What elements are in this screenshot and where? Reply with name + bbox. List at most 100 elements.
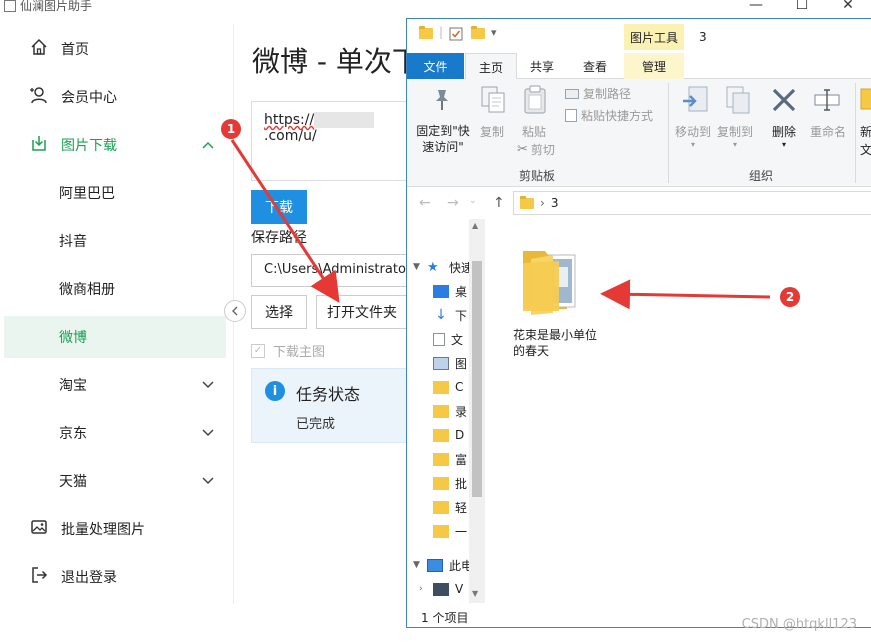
tab-manage[interactable]: 管理 xyxy=(624,53,684,79)
tree-item-quick-access[interactable]: ▼ ★ 快速 xyxy=(413,255,473,279)
tree-item-downloads[interactable]: ↓ 下 xyxy=(433,303,467,327)
pin-to-quick-access-button[interactable]: 固定到"快 速访问" xyxy=(413,123,473,155)
sidebar-item-label: 批量处理图片 xyxy=(61,522,145,538)
ribbon: 固定到"快 速访问" 复制 粘贴 复制路径 粘贴快捷方式 ✂ 剪切 剪贴板 移动… xyxy=(407,79,871,187)
new-folder-icon[interactable] xyxy=(471,26,485,42)
tab-file[interactable]: 文件 xyxy=(407,53,464,79)
tree-item-folder[interactable]: 轻 xyxy=(433,495,467,519)
tree-item-folder[interactable]: 一 xyxy=(433,519,467,543)
sidebar-item-label: 微博 xyxy=(59,330,87,346)
folder-icon xyxy=(433,500,449,514)
move-to-button[interactable]: 移动到 ▾ xyxy=(673,123,713,149)
sidebar-item-weishang-album[interactable]: 微商相册 xyxy=(4,268,226,310)
choose-button[interactable]: 选择 xyxy=(251,295,307,329)
sidebar-item-logout[interactable]: 退出登录 xyxy=(4,556,226,598)
scrollbar-thumb[interactable] xyxy=(472,261,482,497)
customize-dropdown-icon[interactable]: ▾ xyxy=(491,26,497,39)
sidebar-item-tmall[interactable]: 天猫 xyxy=(4,460,226,502)
sidebar-item-alibaba[interactable]: 阿里巴巴 xyxy=(4,172,226,214)
delete-button[interactable]: 删除 ▾ xyxy=(767,123,801,149)
sidebar-item-membership[interactable]: 会员中心 xyxy=(4,76,226,118)
sidebar-item-weibo[interactable]: 微博 xyxy=(4,316,226,358)
navigation-pane-scrollbar[interactable]: ▲ ▼ xyxy=(469,219,485,603)
back-arrow-icon[interactable]: ← xyxy=(419,195,431,211)
folder-icon xyxy=(433,428,449,442)
folder-item[interactable] xyxy=(509,239,609,323)
collapse-chevron-icon[interactable]: › xyxy=(419,584,433,594)
checkbox[interactable]: ✓ xyxy=(251,343,265,358)
forward-arrow-icon[interactable]: → xyxy=(447,195,459,211)
new-group-button-cut[interactable]: 新 文 xyxy=(859,123,871,159)
cut-button[interactable]: ✂ 剪切 xyxy=(517,141,555,158)
tab-home[interactable]: 主页 xyxy=(465,53,517,80)
new-item-icon xyxy=(859,87,871,117)
tree-item-desktop[interactable]: 桌 xyxy=(433,279,467,303)
tree-item-folder[interactable]: D xyxy=(433,423,464,447)
image-icon xyxy=(28,518,50,541)
tree-item-videos[interactable]: › V xyxy=(419,577,463,601)
paste-shortcut-button[interactable]: 粘贴快捷方式 xyxy=(565,107,653,124)
expand-chevron-icon[interactable]: ▼ xyxy=(413,560,427,570)
annotation-badge-1: 1 xyxy=(221,119,241,139)
paste-shortcut-label: 粘贴快捷方式 xyxy=(581,109,654,123)
tree-item-label: D xyxy=(455,428,465,442)
maximize-button[interactable]: ☐ xyxy=(779,0,825,14)
download-main-image-option[interactable]: ✓ 下载主图 xyxy=(251,341,325,360)
tree-item-pictures[interactable]: 图 xyxy=(433,351,467,375)
copy-to-button[interactable]: 复制到 ▾ xyxy=(715,123,755,149)
save-path-input[interactable]: C:\Users\Administrato xyxy=(251,254,421,287)
sidebar-item-douyin[interactable]: 抖音 xyxy=(4,220,226,262)
sidebar-collapse-button[interactable] xyxy=(224,300,246,322)
tree-item-this-pc[interactable]: ▼ 此电 xyxy=(413,553,473,577)
tree-item-folder[interactable]: 批 xyxy=(433,471,467,495)
folder-icon xyxy=(433,380,449,394)
pin-icon xyxy=(429,87,455,117)
scroll-down-icon[interactable]: ▼ xyxy=(472,589,478,598)
expand-chevron-icon[interactable]: ▼ xyxy=(413,262,427,272)
address-bar[interactable]: › 3 xyxy=(513,191,871,215)
sidebar-item-jd[interactable]: 京东 xyxy=(4,412,226,454)
copy-button[interactable]: 复制 xyxy=(475,123,509,140)
picture-icon xyxy=(433,356,449,370)
folder-with-images-icon xyxy=(523,251,576,315)
tree-item-label: 批 xyxy=(455,476,468,491)
properties-icon[interactable] xyxy=(449,27,463,44)
sidebar-item-home[interactable]: 首页 xyxy=(4,28,226,70)
logout-icon xyxy=(28,566,50,589)
pin-label-line2: 速访问" xyxy=(422,140,464,154)
file-explorer-window: | ▾ 图片工具 3 文件 主页 共享 查看 管理 固定到"快 速访问" 复制 … xyxy=(406,18,871,628)
tree-item-folder[interactable]: 录 xyxy=(433,399,467,423)
paste-button[interactable]: 粘贴 xyxy=(517,123,551,140)
open-folder-button[interactable]: 打开文件夹 xyxy=(316,295,408,329)
tree-item-label: 录 xyxy=(455,404,468,419)
download-button[interactable]: 下载 xyxy=(251,190,307,224)
folder-icon xyxy=(433,452,449,466)
tree-item-folder[interactable]: C xyxy=(433,375,463,399)
move-to-icon xyxy=(681,85,711,121)
app-titlebar: 仙澜图片助手 xyxy=(4,0,92,14)
up-arrow-icon[interactable]: ↑ xyxy=(493,195,505,211)
sidebar-item-image-download[interactable]: 图片下载 xyxy=(4,124,226,166)
copy-path-button[interactable]: 复制路径 xyxy=(565,85,631,102)
url-input[interactable]: https://.com/u/ xyxy=(251,101,421,181)
sidebar-item-label: 淘宝 xyxy=(59,378,87,394)
sidebar-item-batch-process[interactable]: 批量处理图片 xyxy=(4,508,226,550)
minimize-button[interactable]: — xyxy=(733,0,779,14)
tab-view[interactable]: 查看 xyxy=(571,53,619,79)
tree-item-folder[interactable]: 富 xyxy=(433,447,467,471)
tree-item-documents[interactable]: 文 xyxy=(433,327,463,351)
sidebar-item-taobao[interactable]: 淘宝 xyxy=(4,364,226,406)
recent-locations-icon[interactable]: ⌄ xyxy=(469,196,477,206)
task-status-card: i 任务状态 已完成 xyxy=(251,368,421,443)
folder-content-pane: 花束是最小单位 的春天 xyxy=(485,219,871,603)
copy-to-icon xyxy=(723,85,753,121)
chevron-down-icon xyxy=(202,378,214,392)
close-button[interactable]: ✕ xyxy=(825,0,871,14)
app-title: 仙澜图片助手 xyxy=(20,0,93,13)
tab-share[interactable]: 共享 xyxy=(519,53,565,79)
tree-item-label: 富 xyxy=(455,452,468,467)
scroll-up-icon[interactable]: ▲ xyxy=(472,221,478,230)
tree-item-label: 一 xyxy=(455,524,468,539)
app-logo-icon xyxy=(4,0,16,12)
rename-button[interactable]: 重命名 xyxy=(807,123,849,140)
